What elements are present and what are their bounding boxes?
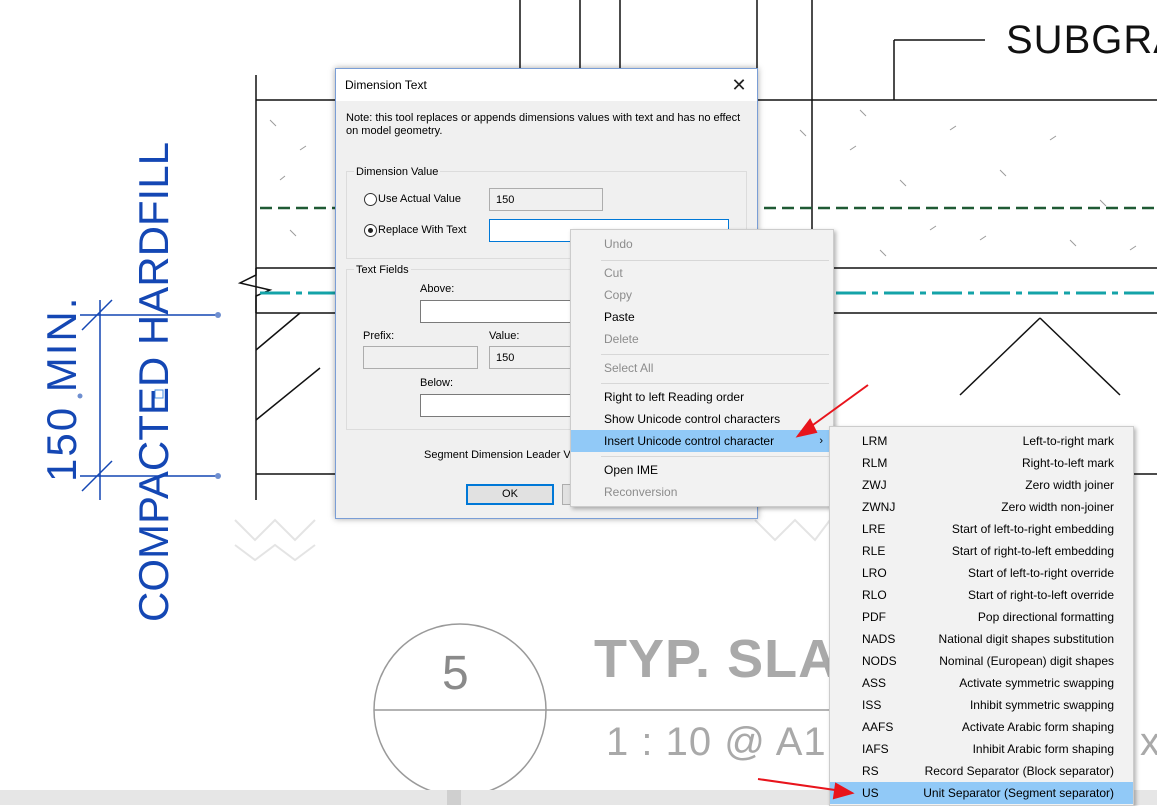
red-arrow-line — [757, 778, 843, 792]
annotation-arrows — [757, 384, 869, 800]
red-arrow-head — [832, 782, 855, 800]
red-arrow-line — [805, 384, 869, 431]
red-arrow-head — [795, 418, 818, 438]
